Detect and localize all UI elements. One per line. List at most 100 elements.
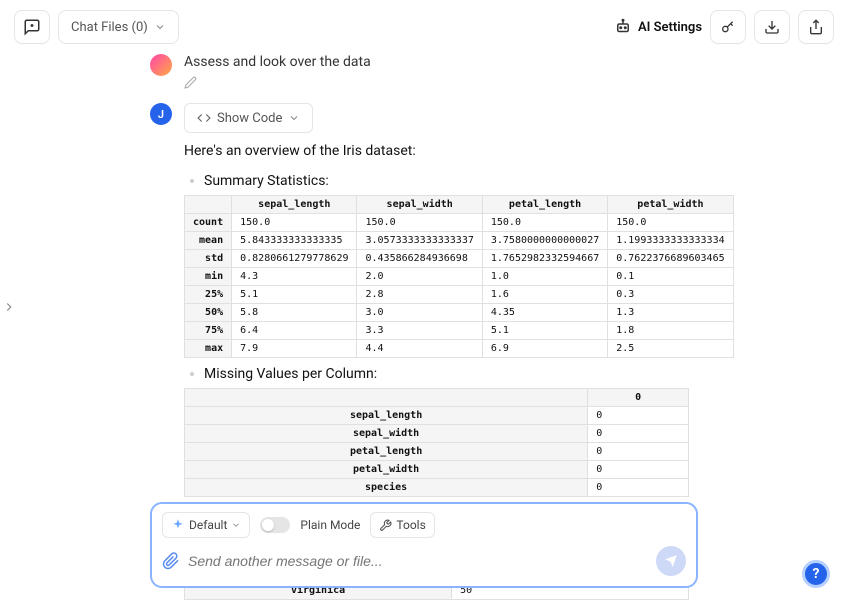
- row-label: 75%: [185, 322, 232, 340]
- table-cell: 6.9: [482, 340, 607, 358]
- bullet-icon: [190, 179, 194, 183]
- wrench-icon: [379, 519, 392, 532]
- mode-label: Default: [189, 518, 227, 532]
- table-cell: 150.0: [608, 214, 733, 232]
- code-icon: [197, 111, 211, 125]
- send-icon: [664, 554, 678, 568]
- help-label: ?: [813, 566, 820, 582]
- chevron-down-icon: [154, 21, 166, 33]
- tools-label: Tools: [396, 518, 425, 532]
- table-cell: 5.8: [232, 304, 357, 322]
- send-button[interactable]: [656, 546, 686, 576]
- table-cell: 0: [588, 407, 689, 425]
- section-title: Summary Statistics:: [204, 173, 329, 189]
- table-cell: 0: [588, 479, 689, 497]
- sparkle-icon: [171, 518, 185, 532]
- table-cell: 3.0573333333333337: [357, 232, 482, 250]
- table-cell: 3.0: [357, 304, 482, 322]
- chevron-down-icon: [288, 112, 300, 124]
- tools-button[interactable]: Tools: [370, 512, 434, 538]
- new-chat-button[interactable]: [14, 10, 50, 44]
- ai-settings-label: AI Settings: [638, 20, 702, 35]
- table-cell: 0: [588, 461, 689, 479]
- table-cell: 1.0: [482, 268, 607, 286]
- table-cell: 0.435866284936698: [357, 250, 482, 268]
- table-cell: 1.7652982332594667: [482, 250, 607, 268]
- user-avatar: [150, 54, 172, 76]
- chat-files-label: Chat Files (0): [71, 20, 148, 35]
- table-cell: 5.1: [482, 322, 607, 340]
- table-cell: 1.8: [608, 322, 733, 340]
- overview-text: Here's an overview of the Iris dataset:: [184, 143, 824, 159]
- bullet-icon: [190, 372, 194, 376]
- show-code-button[interactable]: Show Code: [184, 103, 313, 133]
- table-cell: 0: [588, 425, 689, 443]
- download-button[interactable]: [754, 10, 790, 44]
- row-label: species: [185, 479, 588, 497]
- user-prompt-text: Assess and look over the data: [184, 54, 824, 70]
- table-cell: 0: [588, 443, 689, 461]
- attach-icon[interactable]: [162, 552, 180, 570]
- table-cell: 0.7622376689603465: [608, 250, 733, 268]
- chevron-right-icon: [2, 300, 16, 314]
- row-label: sepal_length: [185, 407, 588, 425]
- missing-values-table: 0sepal_length0sepal_width0petal_length0p…: [184, 388, 689, 497]
- input-area: Default Plain Mode Tools: [150, 502, 698, 588]
- input-toolbar: Default Plain Mode Tools: [162, 512, 686, 538]
- section-header-summary: Summary Statistics:: [184, 173, 824, 189]
- ai-settings-button[interactable]: AI Settings: [614, 18, 702, 36]
- row-label: std: [185, 250, 232, 268]
- plain-mode-label: Plain Mode: [300, 518, 360, 532]
- table-cell: 6.4: [232, 322, 357, 340]
- table-cell: 4.35: [482, 304, 607, 322]
- table-cell: 150.0: [482, 214, 607, 232]
- table-cell: 0.3: [608, 286, 733, 304]
- input-row: [162, 546, 686, 576]
- key-icon: [720, 19, 736, 35]
- assistant-avatar: J: [150, 103, 172, 125]
- table-cell: 150.0: [232, 214, 357, 232]
- table-cell: 0.1: [608, 268, 733, 286]
- table-cell: 1.1993333333333334: [608, 232, 733, 250]
- plain-mode-toggle[interactable]: [260, 517, 290, 533]
- row-label: max: [185, 340, 232, 358]
- edit-icon[interactable]: [184, 76, 197, 89]
- api-key-button[interactable]: [710, 10, 746, 44]
- row-label: petal_length: [185, 443, 588, 461]
- section-header-missing: Missing Values per Column:: [184, 366, 824, 382]
- table-cell: 2.0: [357, 268, 482, 286]
- table-cell: 3.3: [357, 322, 482, 340]
- table-cell: 3.7580000000000027: [482, 232, 607, 250]
- row-label: min: [185, 268, 232, 286]
- table-cell: 2.8: [357, 286, 482, 304]
- robot-icon: [614, 18, 632, 36]
- chevron-down-icon: [231, 520, 241, 530]
- message-input[interactable]: [188, 553, 648, 569]
- table-cell: 5.843333333333335: [232, 232, 357, 250]
- chat-files-button[interactable]: Chat Files (0): [58, 10, 179, 44]
- download-icon: [764, 19, 780, 35]
- row-label: 25%: [185, 286, 232, 304]
- topbar-left: Chat Files (0): [14, 10, 179, 44]
- row-label: sepal_width: [185, 425, 588, 443]
- share-icon: [808, 19, 824, 35]
- table-cell: 1.3: [608, 304, 733, 322]
- share-button[interactable]: [798, 10, 834, 44]
- table-cell: 5.1: [232, 286, 357, 304]
- row-label: count: [185, 214, 232, 232]
- summary-statistics-table: sepal_lengthsepal_widthpetal_lengthpetal…: [184, 195, 734, 358]
- help-button[interactable]: ?: [802, 560, 830, 588]
- row-label: 50%: [185, 304, 232, 322]
- table-cell: 2.5: [608, 340, 733, 358]
- topbar: Chat Files (0) AI Settings: [0, 0, 848, 54]
- row-label: petal_width: [185, 461, 588, 479]
- user-message: Assess and look over the data: [150, 54, 824, 89]
- table-cell: 7.9: [232, 340, 357, 358]
- topbar-right: AI Settings: [614, 10, 834, 44]
- show-code-label: Show Code: [217, 111, 282, 126]
- section-title: Missing Values per Column:: [204, 366, 377, 382]
- table-cell: 150.0: [357, 214, 482, 232]
- table-cell: 1.6: [482, 286, 607, 304]
- mode-selector[interactable]: Default: [162, 512, 250, 538]
- expand-sidebar-button[interactable]: [2, 300, 16, 314]
